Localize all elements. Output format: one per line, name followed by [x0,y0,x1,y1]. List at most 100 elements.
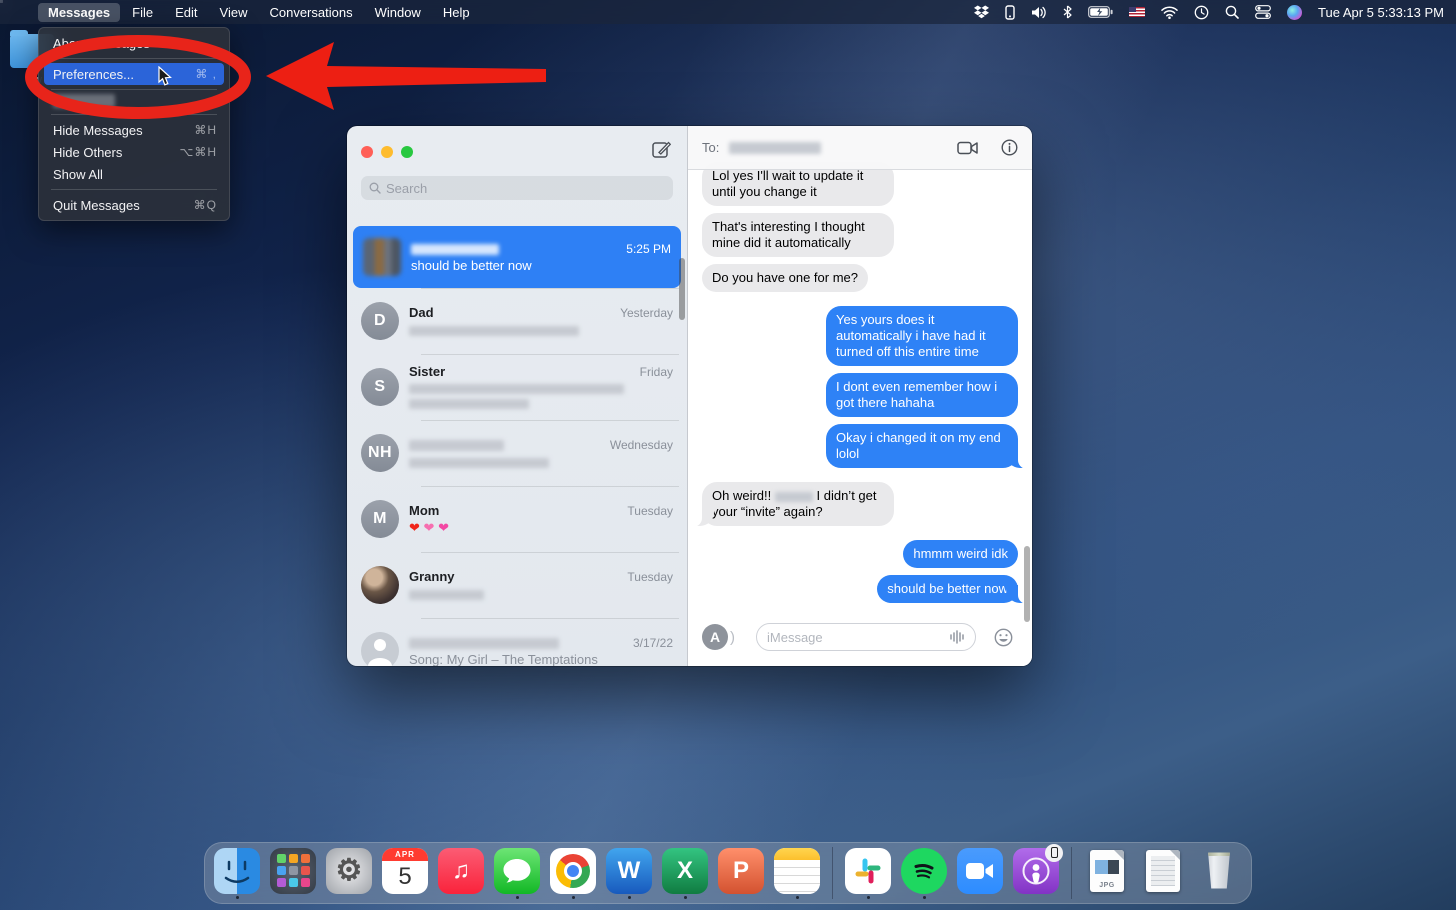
menu-item-hide-others[interactable]: Hide Others ⌥⌘H [39,141,229,163]
dock-slack[interactable] [844,848,892,899]
us-flag-icon[interactable] [1129,7,1145,17]
menu-view[interactable]: View [210,3,258,22]
search-box[interactable] [361,176,673,200]
menu-item-redacted[interactable] [53,94,115,108]
imessage-apps-button[interactable]: A [702,624,728,650]
dock-calendar[interactable]: APR 5 [381,848,429,899]
dock-messages[interactable] [493,848,541,899]
compose-new-message-button[interactable] [652,140,671,159]
dock-powerpoint[interactable]: P [717,848,765,899]
trash-icon [1196,848,1242,894]
video-call-icon[interactable] [957,141,979,155]
menu-separator [51,58,217,59]
conversation-row[interactable]: S Sister Friday [347,354,687,420]
menu-item-about-messages[interactable]: About Messages [39,32,229,54]
podcasts-device-badge [1045,844,1063,862]
message-composer: A [688,608,1032,666]
notes-icon [774,848,820,894]
dock-separator [1071,847,1072,899]
conversation-row-selected[interactable]: 5:25 PM should be better now [353,226,681,288]
chrome-icon [550,848,596,894]
conversation-row[interactable]: 3/17/22 Song: My Girl – The Temptations [347,618,687,666]
menu-conversations[interactable]: Conversations [259,3,362,22]
menu-file[interactable]: File [122,3,163,22]
message-bubble-incoming: That's interesting I thought mine did it… [702,213,894,257]
menu-item-show-all[interactable]: Show All [39,163,229,185]
dock-zoom[interactable] [956,848,1004,899]
powerpoint-icon: P [718,848,764,894]
zoom-button[interactable] [401,146,413,158]
dock-launchpad[interactable] [269,848,317,899]
jpg-file-icon: JPG [1084,848,1130,894]
dock-jpg-file[interactable]: JPG [1083,848,1131,899]
menu-messages[interactable]: Messages [38,3,120,22]
menu-item-quit-messages[interactable]: Quit Messages ⌘Q [39,194,229,216]
siri-icon[interactable] [1287,5,1302,20]
search-input[interactable] [386,181,665,196]
conversation-list: 5:25 PM should be better now D Dad Yeste… [347,222,687,666]
emoji-icon[interactable] [994,628,1013,647]
volume-icon[interactable] [1031,4,1047,20]
menu-item-hide-messages[interactable]: Hide Messages ⌘H [39,119,229,141]
messages-app-menu: About Messages Preferences... ⌘ , Hide M… [38,27,230,221]
dock-csv-file[interactable] [1139,848,1187,899]
menu-edit[interactable]: Edit [165,3,207,22]
dock-spotify[interactable] [900,848,948,899]
control-center-icon[interactable] [1255,4,1271,20]
bluetooth-icon[interactable] [1063,4,1072,20]
phone-icon[interactable] [1005,4,1015,20]
audio-waveform-icon[interactable] [949,630,965,644]
conversation-row[interactable]: Granny Tuesday [347,552,687,618]
menu-item-preferences[interactable]: Preferences... ⌘ , [44,63,224,85]
avatar-initials: S [361,368,399,406]
conversation-row[interactable]: D Dad Yesterday [347,288,687,354]
avatar-initials: D [361,302,399,340]
dock-finder[interactable] [213,848,261,899]
sidebar-scrollbar[interactable] [679,258,685,320]
conversation-row[interactable]: M Mom Tuesday ❤ ❤ ❤ [347,486,687,552]
messages-window: 5:25 PM should be better now D Dad Yeste… [347,126,1032,666]
message-input-field[interactable] [756,623,976,651]
dropbox-icon[interactable] [974,4,989,20]
shortcut-preferences: ⌘ , [195,67,217,81]
dock-trash[interactable] [1195,848,1243,899]
time-machine-icon[interactable] [1194,4,1209,20]
info-icon[interactable] [1001,139,1018,156]
dock-music[interactable]: ♫ [437,848,485,899]
excel-icon: X [662,848,708,894]
calendar-icon: APR 5 [382,848,428,894]
menu-help[interactable]: Help [433,3,480,22]
word-icon: W [606,848,652,894]
message-bubble-outgoing: I dont even remember how i got there hah… [826,373,1018,417]
menu-window[interactable]: Window [365,3,431,22]
menu-separator [51,89,217,90]
dock-excel[interactable]: X [661,848,709,899]
launchpad-icon [270,848,316,894]
avatar-photo [361,566,399,604]
dock: ⚙ APR 5 ♫ W X [204,842,1252,904]
conversation-row[interactable]: NH Wednesday [347,420,687,486]
message-bubble-incoming: Do you have one for me? [702,264,868,292]
redacted-preview [409,458,549,468]
minimize-button[interactable] [381,146,393,158]
dock-notes[interactable] [773,848,821,899]
redacted-name [409,638,559,649]
redacted-preview [409,326,579,336]
dock-chrome[interactable] [549,848,597,899]
dock-system-preferences[interactable]: ⚙ [325,848,373,899]
redacted-preview [409,399,529,409]
avatar-initials: M [361,500,399,538]
battery-icon[interactable] [1088,4,1113,20]
message-input[interactable] [767,630,943,645]
apple-menu[interactable] [10,10,36,14]
message-bubble-outgoing: Yes yours does it automatically i have h… [826,306,1018,366]
menu-bar-clock[interactable]: Tue Apr 5 5:33:13 PM [1318,5,1444,20]
redacted-name [409,440,504,451]
dock-word[interactable]: W [605,848,653,899]
avatar-initials: NH [361,434,399,472]
chat-scrollbar[interactable] [1024,546,1030,622]
dock-podcasts[interactable] [1012,848,1060,899]
close-button[interactable] [361,146,373,158]
wifi-icon[interactable] [1161,4,1178,20]
spotlight-search-icon[interactable] [1225,4,1239,20]
